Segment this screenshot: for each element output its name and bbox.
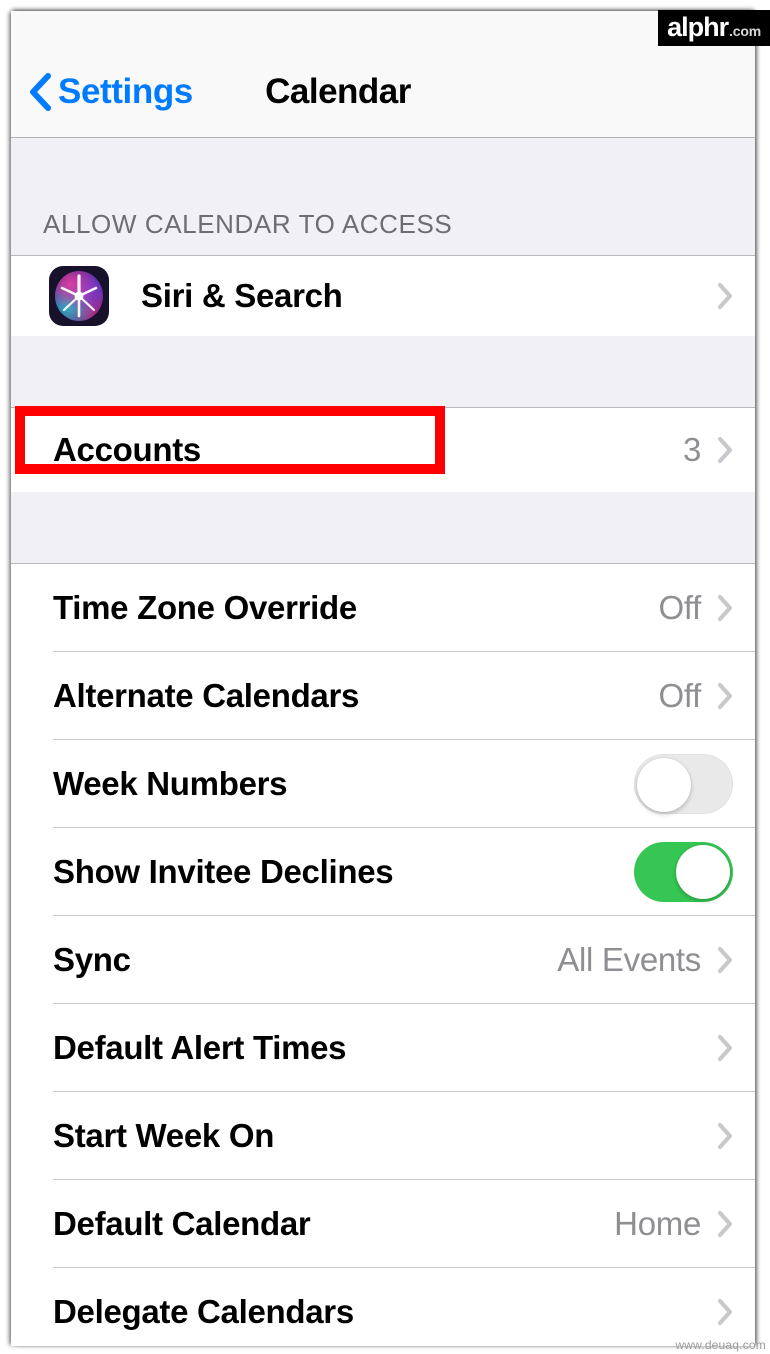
list-item-siri-and-search[interactable]: Siri & Search (11, 256, 755, 336)
list-item-time-zone-override[interactable]: Time Zone Override Off (11, 564, 755, 652)
list-item-label: Delegate Calendars (53, 1293, 354, 1330)
chevron-right-icon (718, 595, 732, 621)
chevron-right-icon (718, 283, 732, 309)
list-item-label: Siri & Search (141, 277, 343, 314)
list-item-label: Show Invitee Declines (53, 853, 394, 890)
list-item-start-week-on[interactable]: Start Week On (11, 1092, 755, 1180)
list-item-label: Sync (53, 941, 131, 978)
siri-starburst-icon (60, 274, 98, 318)
week-numbers-toggle[interactable] (634, 754, 733, 814)
list-item-sync[interactable]: Sync All Events (11, 916, 755, 1004)
toggle-knob (637, 758, 691, 812)
chevron-right-icon (718, 947, 732, 973)
watermark-alphr-name: alphr (667, 12, 729, 42)
list-item-default-alert-times[interactable]: Default Alert Times (11, 1004, 755, 1092)
list-item-label: Week Numbers (53, 765, 288, 802)
chevron-right-icon (718, 1299, 732, 1325)
chevron-right-icon (718, 437, 732, 463)
list-item-label: Alternate Calendars (53, 677, 360, 714)
section-header-allow-access: ALLOW CALENDAR TO ACCESS (11, 138, 755, 256)
toggle-knob (676, 845, 730, 899)
section-header-label: ALLOW CALENDAR TO ACCESS (43, 209, 453, 239)
list-item-label: Accounts (53, 431, 201, 468)
list-item-value: 3 (682, 431, 701, 468)
list-item-value: Off (658, 589, 701, 626)
watermark-alphr: alphr .com (658, 10, 770, 46)
list-item-week-numbers[interactable]: Week Numbers (11, 740, 755, 828)
watermark-alphr-tld: .com (729, 23, 761, 39)
chevron-right-icon (718, 1035, 732, 1061)
list-item-label: Time Zone Override (53, 589, 357, 626)
show-invitee-declines-toggle[interactable] (634, 842, 733, 902)
list-item-show-invitee-declines[interactable]: Show Invitee Declines (11, 828, 755, 916)
list-item-value: Off (658, 677, 701, 714)
list-item-label: Start Week On (53, 1117, 275, 1154)
section-gap-1 (11, 336, 755, 408)
list-item-default-calendar[interactable]: Default Calendar Home (11, 1180, 755, 1268)
list-item-accounts[interactable]: Accounts 3 (11, 408, 755, 492)
list-item-value: All Events (557, 941, 701, 978)
siri-app-icon (49, 266, 109, 326)
navigation-bar: Settings Calendar (11, 11, 755, 138)
phone-screen: Settings Calendar ALLOW CALENDAR TO ACCE… (11, 11, 755, 1346)
chevron-right-icon (718, 683, 732, 709)
chevron-right-icon (718, 1211, 732, 1237)
list-item-label: Default Alert Times (53, 1029, 347, 1066)
list-item-alternate-calendars[interactable]: Alternate Calendars Off (11, 652, 755, 740)
list-item-value: Home (614, 1205, 701, 1242)
page-title: Calendar (265, 72, 411, 111)
section-gap-2 (11, 492, 755, 564)
chevron-right-icon (718, 1123, 732, 1149)
list-item-delegate-calendars[interactable]: Delegate Calendars (11, 1268, 755, 1346)
list-item-label: Default Calendar (53, 1205, 311, 1242)
watermark-deuaq: www.deuaq.com (675, 1338, 766, 1352)
settings-list: ALLOW CALENDAR TO ACCESS Siri & Search A… (11, 138, 755, 1346)
